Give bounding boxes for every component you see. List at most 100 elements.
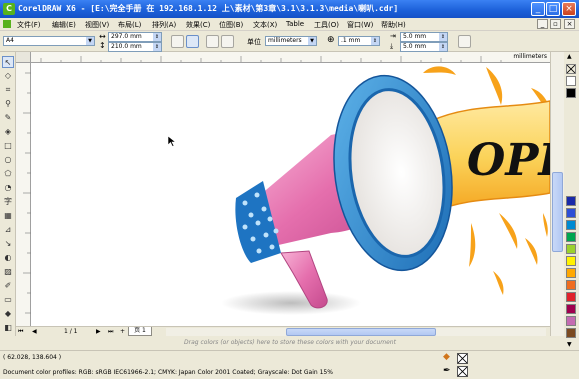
- menu-bitmaps[interactable]: 位图(B): [219, 20, 243, 30]
- rectangle-tool-icon[interactable]: □: [2, 140, 14, 152]
- landscape-button[interactable]: [186, 35, 199, 48]
- connector-tool-icon[interactable]: ↘: [2, 238, 14, 250]
- horizontal-ruler[interactable]: millimeters: [31, 52, 550, 63]
- shape-tool-icon[interactable]: ◇: [2, 70, 14, 82]
- spinner-icon[interactable]: ⇕: [153, 33, 161, 41]
- document-minimize-button[interactable]: _: [537, 19, 548, 29]
- vertical-scrollbar[interactable]: [550, 52, 564, 336]
- document-restore-button[interactable]: ▫: [550, 19, 561, 29]
- property-bar: A4 ▼ ↔ ↕ 297.0 mm ⇕ 210.0 mm ⇕ 单位 millim…: [0, 31, 579, 52]
- menu-edit[interactable]: 编辑(E): [52, 20, 76, 30]
- color-swatch[interactable]: [566, 244, 576, 254]
- close-button[interactable]: ×: [562, 2, 576, 16]
- megaphone-illustration[interactable]: OPE: [31, 63, 550, 326]
- vertical-ruler[interactable]: [16, 63, 31, 326]
- color-swatch[interactable]: [566, 220, 576, 230]
- color-swatch[interactable]: [566, 196, 576, 206]
- color-swatch[interactable]: [566, 268, 576, 278]
- pick-tool-icon[interactable]: ↖: [2, 56, 14, 68]
- freehand-tool-icon[interactable]: ✎: [2, 112, 14, 124]
- spinner-icon[interactable]: ⇕: [439, 43, 447, 51]
- nudge-distance-value: .1 mm: [341, 37, 361, 44]
- text-tool-icon[interactable]: 字: [2, 196, 14, 208]
- horizontal-scroll-thumb[interactable]: [286, 328, 436, 336]
- fill-tool-icon[interactable]: ◆: [2, 308, 14, 320]
- ellipse-tool-icon[interactable]: ○: [2, 154, 14, 166]
- blend-tool-icon[interactable]: ◐: [2, 252, 14, 264]
- menu-effects[interactable]: 效果(C): [186, 20, 210, 30]
- horizontal-scrollbar[interactable]: [166, 328, 546, 336]
- current-page-button[interactable]: [221, 35, 234, 48]
- vertical-scroll-thumb[interactable]: [552, 172, 563, 252]
- page-size-select[interactable]: A4 ▼: [3, 36, 95, 46]
- page-size-value: A4: [6, 37, 14, 44]
- eyedropper-tool-icon[interactable]: ✐: [2, 280, 14, 292]
- ruler-origin[interactable]: [16, 52, 31, 63]
- page-height-field[interactable]: 210.0 mm ⇕: [108, 42, 162, 52]
- zoom-tool-icon[interactable]: ⚲: [2, 98, 14, 110]
- palette-scroll-up-icon[interactable]: ▲: [567, 53, 572, 60]
- next-page-button[interactable]: ▶: [96, 328, 101, 335]
- duplicate-y-field[interactable]: 5.0 mm ⇕: [400, 42, 448, 52]
- nudge-icon: ⊕: [327, 35, 335, 45]
- spinner-icon[interactable]: ⇕: [439, 33, 447, 41]
- crop-tool-icon[interactable]: ⌗: [2, 84, 14, 96]
- spinner-icon[interactable]: ⇕: [371, 37, 379, 45]
- units-select[interactable]: millimeters ▼: [265, 36, 317, 46]
- dimension-tool-icon[interactable]: ⊿: [2, 224, 14, 236]
- previous-page-button[interactable]: ◀: [32, 328, 37, 335]
- document-icon[interactable]: [3, 20, 11, 28]
- color-swatch[interactable]: [566, 292, 576, 302]
- color-swatch-none[interactable]: [566, 64, 576, 74]
- menu-table[interactable]: Table: [286, 20, 304, 28]
- color-profile-info[interactable]: Document color profiles: RGB: sRGB IEC61…: [3, 369, 333, 376]
- color-swatch[interactable]: [566, 328, 576, 338]
- duplicate-x-field[interactable]: 5.0 mm ⇕: [400, 32, 448, 42]
- color-swatch[interactable]: [566, 304, 576, 314]
- coreldraw-app-icon[interactable]: C: [3, 3, 15, 15]
- drawing-canvas[interactable]: OPE: [31, 63, 550, 326]
- document-palette-hint[interactable]: Drag colors (or objects) here to store t…: [16, 336, 564, 350]
- color-swatch[interactable]: [566, 232, 576, 242]
- outline-indicator[interactable]: [457, 366, 468, 377]
- menu-layout[interactable]: 布局(L): [118, 20, 141, 30]
- color-swatch[interactable]: [566, 88, 576, 98]
- document-close-button[interactable]: ×: [564, 19, 575, 29]
- color-swatch[interactable]: [566, 316, 576, 326]
- color-swatch[interactable]: [566, 76, 576, 86]
- polygon-tool-icon[interactable]: ⬠: [2, 168, 14, 180]
- minimize-button[interactable]: _: [531, 2, 545, 16]
- page-tab[interactable]: 页 1: [128, 327, 152, 336]
- menu-text[interactable]: 文本(X): [253, 20, 277, 30]
- menu-tools[interactable]: 工具(O): [314, 20, 339, 30]
- spinner-icon[interactable]: ⇕: [153, 43, 161, 51]
- menu-window[interactable]: 窗口(W): [347, 20, 373, 30]
- menu-arrange[interactable]: 排列(A): [152, 20, 176, 30]
- nudge-distance-field[interactable]: .1 mm ⇕: [338, 36, 380, 46]
- maximize-button[interactable]: □: [546, 2, 560, 16]
- table-tool-icon[interactable]: ▦: [2, 210, 14, 222]
- menu-view[interactable]: 视图(V): [85, 20, 109, 30]
- basic-shapes-tool-icon[interactable]: ◔: [2, 182, 14, 194]
- smart-fill-tool-icon[interactable]: ◈: [2, 126, 14, 138]
- portrait-button[interactable]: [171, 35, 184, 48]
- outline-tool-icon[interactable]: ▭: [2, 294, 14, 306]
- status-bar: ( 62.028, 138.604 ) Document color profi…: [0, 350, 579, 379]
- menu-file[interactable]: 文件(F): [17, 20, 41, 30]
- ruler-unit-label: millimeters: [513, 53, 547, 60]
- add-page-button[interactable]: +: [120, 328, 125, 335]
- page-width-field[interactable]: 297.0 mm ⇕: [108, 32, 162, 42]
- first-page-button[interactable]: ⏮: [18, 328, 23, 336]
- all-pages-button[interactable]: [206, 35, 219, 48]
- color-swatch[interactable]: [566, 280, 576, 290]
- interactive-fill-tool-icon[interactable]: ◧: [2, 322, 14, 334]
- transparency-tool-icon[interactable]: ▨: [2, 266, 14, 278]
- options-button[interactable]: [458, 35, 471, 48]
- menu-help[interactable]: 帮助(H): [381, 20, 406, 30]
- fill-indicator[interactable]: [457, 353, 468, 364]
- color-swatch[interactable]: [566, 256, 576, 266]
- duplicate-x-icon: ⇥: [390, 32, 396, 40]
- last-page-button[interactable]: ⏭: [108, 328, 113, 336]
- palette-scroll-down-icon[interactable]: ▼: [567, 341, 572, 348]
- color-swatch[interactable]: [566, 208, 576, 218]
